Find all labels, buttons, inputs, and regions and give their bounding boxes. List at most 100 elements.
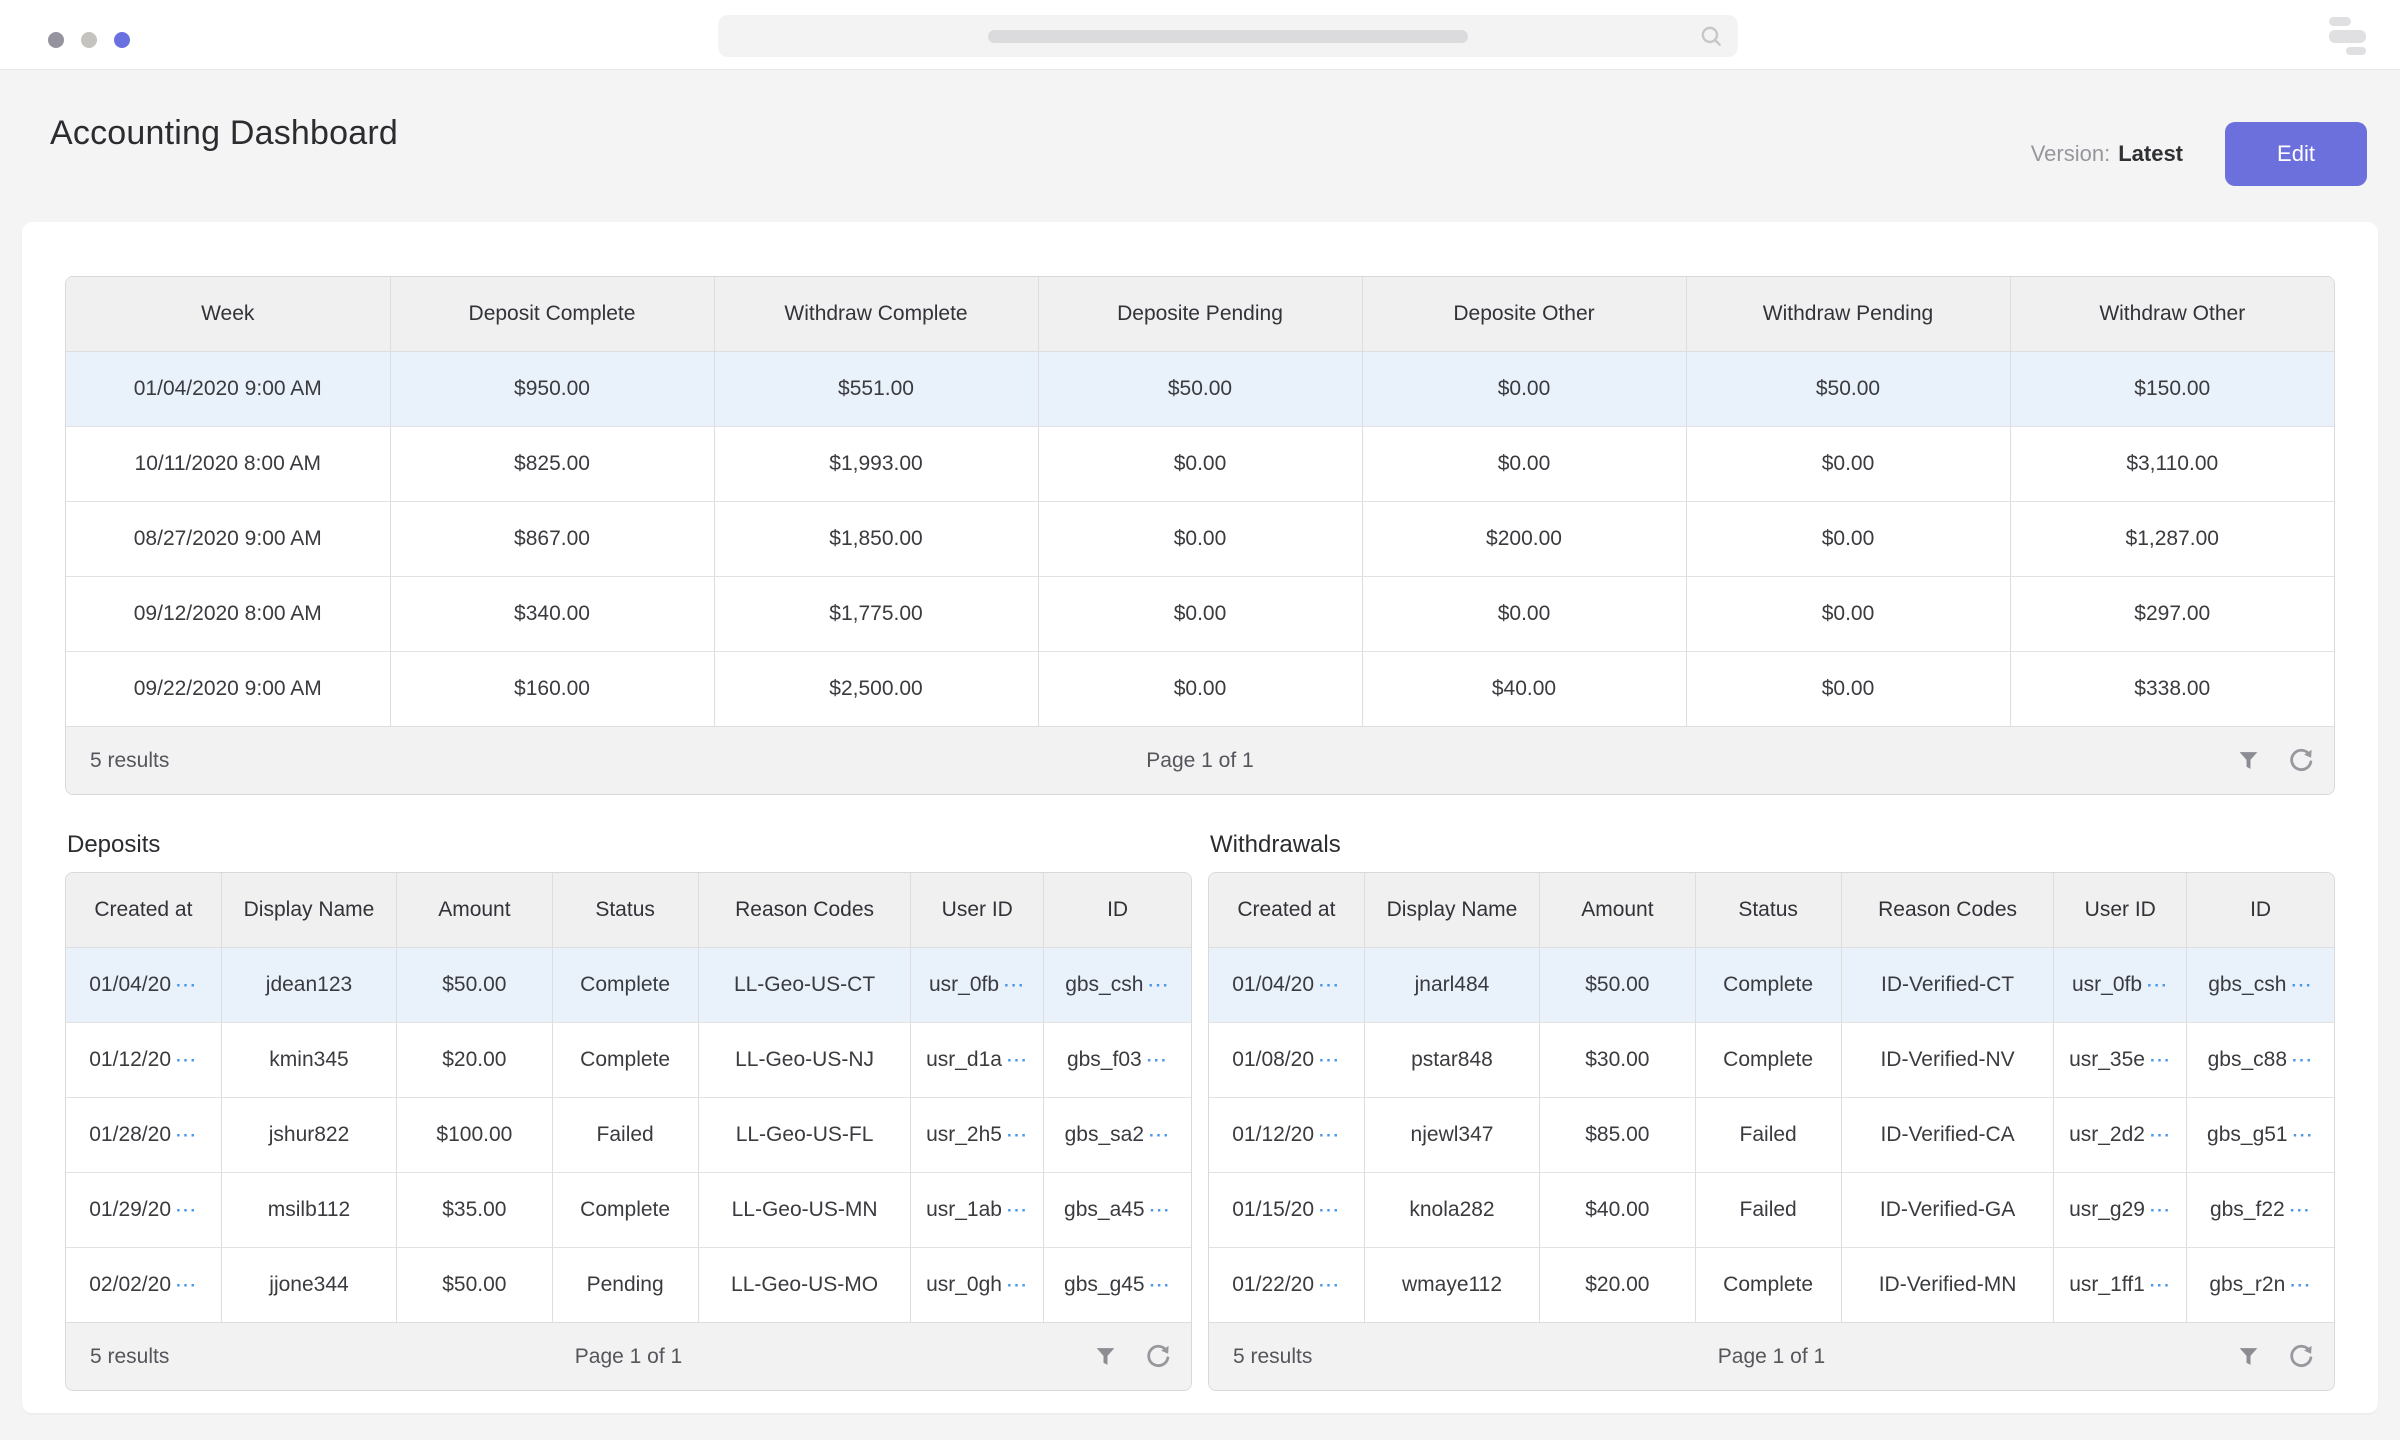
column-header-id[interactable]: ID	[2187, 873, 2334, 947]
table-row[interactable]: 01/04/2020 9:00 AM $950.00 $551.00 $50.0…	[66, 351, 2334, 426]
column-header-reason-codes[interactable]: Reason Codes	[698, 873, 911, 947]
table-cell[interactable]: $1,287.00	[2010, 501, 2334, 576]
edit-button[interactable]: Edit	[2225, 122, 2367, 186]
filter-button[interactable]	[1093, 1344, 1118, 1369]
table-row[interactable]: 10/11/2020 8:00 AM $825.00 $1,993.00 $0.…	[66, 426, 2334, 501]
table-row[interactable]: 01/12/20··· njewl347 $85.00 Failed ID-Ve…	[1209, 1097, 2334, 1172]
search-icon[interactable]	[1698, 23, 1724, 49]
table-cell[interactable]: 01/29/20···	[66, 1172, 221, 1247]
table-cell[interactable]: 01/04/20···	[66, 947, 221, 1022]
table-cell[interactable]: gbs_g45···	[1044, 1247, 1191, 1322]
table-cell[interactable]: 01/08/20···	[1209, 1022, 1364, 1097]
table-cell[interactable]: $0.00	[1362, 351, 1686, 426]
table-cell[interactable]: ID-Verified-GA	[1841, 1172, 2054, 1247]
table-cell[interactable]: $340.00	[390, 576, 714, 651]
table-cell[interactable]: $2,500.00	[714, 651, 1038, 726]
table-cell[interactable]: $0.00	[1686, 651, 2010, 726]
table-cell[interactable]: Complete	[552, 947, 698, 1022]
table-cell[interactable]: LL-Geo-US-MN	[698, 1172, 911, 1247]
table-cell[interactable]: 01/15/20···	[1209, 1172, 1364, 1247]
table-row[interactable]: 01/04/20··· jdean123 $50.00 Complete LL-…	[66, 947, 1191, 1022]
table-cell[interactable]: LL-Geo-US-FL	[698, 1097, 911, 1172]
column-header-id[interactable]: ID	[1044, 873, 1191, 947]
column-header-created-at[interactable]: Created at	[1209, 873, 1364, 947]
table-cell[interactable]: 01/28/20···	[66, 1097, 221, 1172]
table-cell[interactable]: ID-Verified-CA	[1841, 1097, 2054, 1172]
refresh-button[interactable]	[1144, 1343, 1171, 1370]
table-cell[interactable]: $40.00	[1362, 651, 1686, 726]
menu-icon[interactable]	[2329, 17, 2367, 55]
table-cell[interactable]: ID-Verified-NV	[1841, 1022, 2054, 1097]
table-cell[interactable]: LL-Geo-US-CT	[698, 947, 911, 1022]
column-header-user-id[interactable]: User ID	[2054, 873, 2187, 947]
table-cell[interactable]: $160.00	[390, 651, 714, 726]
column-header-deposite-pending[interactable]: Deposite Pending	[1038, 277, 1362, 351]
table-cell[interactable]: LL-Geo-US-MO	[698, 1247, 911, 1322]
table-cell[interactable]: gbs_c88···	[2187, 1022, 2334, 1097]
column-header-display-name[interactable]: Display Name	[1364, 873, 1540, 947]
table-cell[interactable]: 02/02/20···	[66, 1247, 221, 1322]
address-bar[interactable]	[718, 15, 1738, 57]
table-cell[interactable]: $50.00	[1540, 947, 1695, 1022]
table-cell[interactable]: $40.00	[1540, 1172, 1695, 1247]
table-cell[interactable]: $1,775.00	[714, 576, 1038, 651]
table-cell[interactable]: usr_2h5···	[911, 1097, 1044, 1172]
table-cell[interactable]: pstar848	[1364, 1022, 1540, 1097]
table-cell[interactable]: jshur822	[221, 1097, 397, 1172]
table-cell[interactable]: $0.00	[1038, 651, 1362, 726]
refresh-button[interactable]	[2287, 747, 2314, 774]
table-cell[interactable]: njewl347	[1364, 1097, 1540, 1172]
table-cell[interactable]: Pending	[552, 1247, 698, 1322]
table-cell[interactable]: $150.00	[2010, 351, 2334, 426]
table-cell[interactable]: ID-Verified-CT	[1841, 947, 2054, 1022]
table-cell[interactable]: $50.00	[1038, 351, 1362, 426]
table-cell[interactable]: $50.00	[397, 947, 552, 1022]
table-cell[interactable]: $30.00	[1540, 1022, 1695, 1097]
table-cell[interactable]: Complete	[1695, 1022, 1841, 1097]
table-cell[interactable]: $50.00	[397, 1247, 552, 1322]
table-cell[interactable]: ID-Verified-MN	[1841, 1247, 2054, 1322]
column-header-withdraw-complete[interactable]: Withdraw Complete	[714, 277, 1038, 351]
column-header-status[interactable]: Status	[552, 873, 698, 947]
table-cell[interactable]: $0.00	[1686, 501, 2010, 576]
column-header-display-name[interactable]: Display Name	[221, 873, 397, 947]
column-header-week[interactable]: Week	[66, 277, 390, 351]
table-cell[interactable]: 01/12/20···	[66, 1022, 221, 1097]
column-header-deposit-complete[interactable]: Deposit Complete	[390, 277, 714, 351]
window-control-minimize[interactable]	[81, 32, 97, 48]
table-cell[interactable]: $3,110.00	[2010, 426, 2334, 501]
column-header-amount[interactable]: Amount	[1540, 873, 1695, 947]
table-cell[interactable]: 01/22/20···	[1209, 1247, 1364, 1322]
table-cell[interactable]: Complete	[1695, 947, 1841, 1022]
column-header-reason-codes[interactable]: Reason Codes	[1841, 873, 2054, 947]
table-cell[interactable]: usr_1ff1···	[2054, 1247, 2187, 1322]
table-cell[interactable]: Complete	[552, 1172, 698, 1247]
table-cell[interactable]: $338.00	[2010, 651, 2334, 726]
table-cell[interactable]: LL-Geo-US-NJ	[698, 1022, 911, 1097]
column-header-withdraw-other[interactable]: Withdraw Other	[2010, 277, 2334, 351]
table-cell[interactable]: $825.00	[390, 426, 714, 501]
table-cell[interactable]: wmaye112	[1364, 1247, 1540, 1322]
table-row[interactable]: 01/08/20··· pstar848 $30.00 Complete ID-…	[1209, 1022, 2334, 1097]
table-cell[interactable]: usr_35e···	[2054, 1022, 2187, 1097]
table-cell[interactable]: usr_2d2···	[2054, 1097, 2187, 1172]
table-cell[interactable]: Failed	[1695, 1172, 1841, 1247]
table-cell[interactable]: gbs_csh···	[1044, 947, 1191, 1022]
table-cell[interactable]: gbs_csh···	[2187, 947, 2334, 1022]
table-cell[interactable]: $1,993.00	[714, 426, 1038, 501]
table-cell[interactable]: usr_0fb···	[2054, 947, 2187, 1022]
filter-button[interactable]	[2236, 1344, 2261, 1369]
table-cell[interactable]: $20.00	[397, 1022, 552, 1097]
table-cell[interactable]: $950.00	[390, 351, 714, 426]
table-row[interactable]: 02/02/20··· jjone344 $50.00 Pending LL-G…	[66, 1247, 1191, 1322]
column-header-amount[interactable]: Amount	[397, 873, 552, 947]
table-cell[interactable]: $0.00	[1362, 426, 1686, 501]
table-cell[interactable]: usr_1ab···	[911, 1172, 1044, 1247]
table-cell[interactable]: usr_d1a···	[911, 1022, 1044, 1097]
column-header-deposite-other[interactable]: Deposite Other	[1362, 277, 1686, 351]
table-cell[interactable]: 09/22/2020 9:00 AM	[66, 651, 390, 726]
table-row[interactable]: 01/29/20··· msilb112 $35.00 Complete LL-…	[66, 1172, 1191, 1247]
table-cell[interactable]: gbs_f03···	[1044, 1022, 1191, 1097]
table-cell[interactable]: $0.00	[1686, 426, 2010, 501]
table-cell[interactable]: knola282	[1364, 1172, 1540, 1247]
